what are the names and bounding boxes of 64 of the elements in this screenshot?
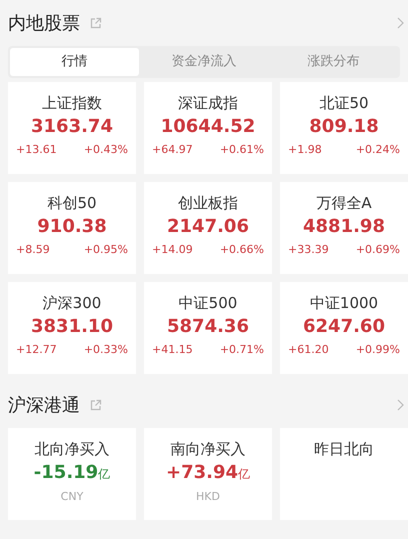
share-icon[interactable] bbox=[90, 17, 102, 29]
change-percent: +0.33% bbox=[84, 342, 128, 358]
change-percent: +0.99% bbox=[356, 342, 400, 358]
change-percent: +0.71% bbox=[220, 342, 264, 358]
section-title: 内地股票 bbox=[8, 12, 80, 36]
change-percent: +0.66% bbox=[220, 242, 264, 258]
index-name: 沪深300 bbox=[42, 293, 102, 314]
change-value: +14.09 bbox=[152, 242, 193, 258]
index-value: -15.19 bbox=[34, 461, 98, 485]
share-icon[interactable] bbox=[90, 399, 102, 411]
change-value: +61.20 bbox=[288, 342, 329, 358]
index-value: +73.94 bbox=[166, 461, 238, 485]
change-value: +64.97 bbox=[152, 142, 193, 158]
change-value: +41.15 bbox=[152, 342, 193, 358]
index-card[interactable]: 创业板指 2147.06 +14.09 +0.66% bbox=[144, 182, 272, 274]
index-card[interactable]: 沪深300 3831.10 +12.77 +0.33% bbox=[8, 282, 136, 374]
index-value: 809.18 bbox=[309, 115, 379, 139]
currency-label: HKD bbox=[196, 489, 220, 505]
change-value: +33.39 bbox=[288, 242, 329, 258]
change-percent: +0.69% bbox=[356, 242, 400, 258]
index-card[interactable]: 上证指数 3163.74 +13.61 +0.43% bbox=[8, 82, 136, 174]
index-value: 3163.74 bbox=[31, 115, 113, 139]
index-card[interactable]: 北证50 809.18 +1.98 +0.24% bbox=[280, 82, 408, 174]
index-name: 北证50 bbox=[319, 93, 369, 114]
index-value: 2147.06 bbox=[167, 215, 249, 239]
index-card[interactable]: 科创50 910.38 +8.59 +0.95% bbox=[8, 182, 136, 274]
index-name: 深证成指 bbox=[178, 93, 238, 114]
change-percent: +0.43% bbox=[84, 142, 128, 158]
change-value: +8.59 bbox=[16, 242, 50, 258]
index-card[interactable]: 昨日北向 bbox=[280, 428, 408, 520]
unit-label: 亿 bbox=[98, 466, 110, 483]
tab[interactable]: 行情 bbox=[10, 48, 140, 76]
index-name: 万得全A bbox=[316, 193, 372, 214]
index-name: 中证1000 bbox=[310, 293, 378, 314]
chevron-right-icon[interactable] bbox=[397, 399, 404, 411]
index-value: 3831.10 bbox=[31, 315, 113, 339]
change-percent: +0.61% bbox=[220, 142, 264, 158]
index-card[interactable]: 万得全A 4881.98 +33.39 +0.69% bbox=[280, 182, 408, 274]
index-name: 南向净买入 bbox=[170, 439, 246, 460]
index-name: 科创50 bbox=[47, 193, 97, 214]
index-card[interactable]: 中证1000 6247.60 +61.20 +0.99% bbox=[280, 282, 408, 374]
index-value: 10644.52 bbox=[160, 115, 256, 139]
change-value: +13.61 bbox=[16, 142, 57, 158]
index-value: 4881.98 bbox=[303, 215, 385, 239]
change-percent: +0.24% bbox=[356, 142, 400, 158]
index-value: 910.38 bbox=[37, 215, 107, 239]
change-value: +1.98 bbox=[288, 142, 322, 158]
index-name: 中证500 bbox=[178, 293, 238, 314]
currency-label: CNY bbox=[60, 489, 84, 505]
index-value: 6247.60 bbox=[303, 315, 385, 339]
chevron-right-icon[interactable] bbox=[397, 17, 404, 29]
unit-label: 亿 bbox=[238, 466, 250, 483]
index-name: 上证指数 bbox=[42, 93, 102, 114]
index-value: 5874.36 bbox=[167, 315, 249, 339]
change-percent: +0.95% bbox=[84, 242, 128, 258]
index-name: 创业板指 bbox=[178, 193, 238, 214]
index-name: 昨日北向 bbox=[314, 439, 374, 460]
section-title: 沪深港通 bbox=[8, 394, 80, 418]
index-card[interactable]: 中证500 5874.36 +41.15 +0.71% bbox=[144, 282, 272, 374]
index-name: 北向净买入 bbox=[34, 439, 110, 460]
change-value: +12.77 bbox=[16, 342, 57, 358]
index-card[interactable]: 北向净买入 -15.19亿 CNY bbox=[8, 428, 136, 520]
index-card[interactable]: 深证成指 10644.52 +64.97 +0.61% bbox=[144, 82, 272, 174]
index-card[interactable]: 南向净买入 +73.94亿 HKD bbox=[144, 428, 272, 520]
